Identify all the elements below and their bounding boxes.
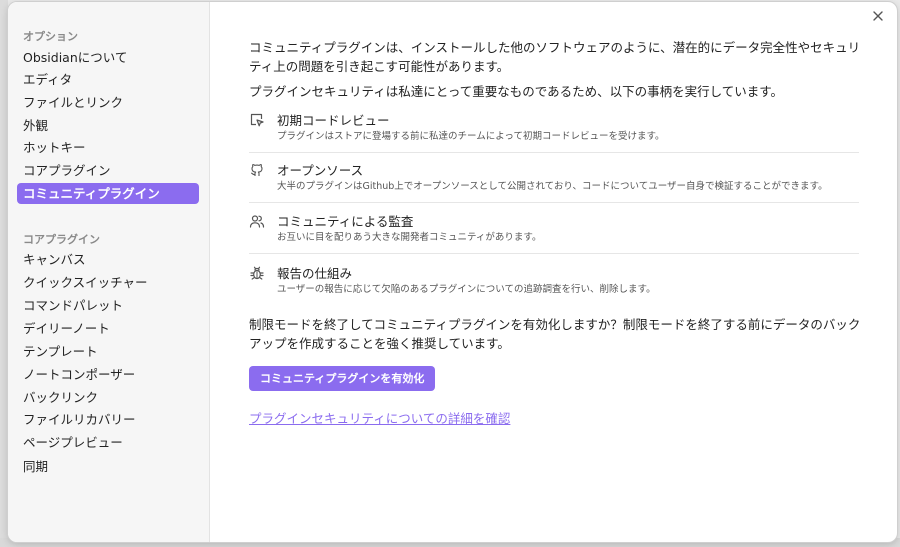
sidebar-item-templates[interactable]: テンプレート xyxy=(17,341,199,362)
sidebar-item-sync[interactable]: 同期 xyxy=(17,456,199,477)
security-statement: プラグインセキュリティは私達にとって重要なものであるため、以下の事柄を実行してい… xyxy=(249,84,784,99)
users-icon xyxy=(249,213,265,229)
sidebar-item-daily-notes[interactable]: デイリーノート xyxy=(17,318,199,339)
sidebar-group-title-core-plugins: コアプラグイン xyxy=(23,233,100,246)
feature-title: 報告の仕組み xyxy=(277,266,353,281)
feature-title: オープンソース xyxy=(277,163,364,178)
settings-sidebar: オプション Obsidianについて エディタ ファイルとリンク 外観 ホットキ… xyxy=(8,2,210,542)
sidebar-item-appearance[interactable]: 外観 xyxy=(17,115,199,136)
sidebar-item-community-plugins[interactable]: コミュニティプラグイン xyxy=(17,183,199,204)
sidebar-item-core-plugins[interactable]: コアプラグイン xyxy=(17,160,199,181)
sidebar-item-command-palette[interactable]: コマンドパレット xyxy=(17,295,199,316)
learn-more-link[interactable]: プラグインセキュリティについての詳細を確認 xyxy=(249,408,510,427)
sidebar-item-canvas[interactable]: キャンバス xyxy=(17,249,199,270)
settings-modal: オプション Obsidianについて エディタ ファイルとリンク 外観 ホットキ… xyxy=(8,2,897,542)
feature-description: お互いに目を配りあう大きな開発者コミュニティがあります。 xyxy=(277,232,542,243)
sidebar-item-files-links[interactable]: ファイルとリンク xyxy=(17,92,199,113)
feature-open-source: オープンソース 大半のプラグインはGithub上でオープンソースとして公開されて… xyxy=(249,160,859,208)
sidebar-item-about[interactable]: Obsidianについて xyxy=(17,47,199,68)
feature-description: ユーザーの報告に応じて欠陥のあるプラグインについての追跡調査を行い、削除します。 xyxy=(277,284,656,295)
feature-description: プラグインはストアに登場する前に私達のチームによって初期コードレビューを受けます… xyxy=(277,131,665,142)
sidebar-item-backlinks[interactable]: バックリンク xyxy=(17,387,199,408)
close-button[interactable] xyxy=(868,6,888,26)
sidebar-item-editor[interactable]: エディタ xyxy=(17,69,199,90)
enable-community-plugins-button[interactable]: コミュニティプラグインを有効化 xyxy=(249,366,436,391)
sidebar-item-page-preview[interactable]: ページプレビュー xyxy=(17,432,199,453)
feature-description: 大半のプラグインはGithub上でオープンソースとして公開されており、コードにつ… xyxy=(277,181,828,192)
bug-icon xyxy=(249,265,265,281)
feature-divider xyxy=(249,202,859,203)
close-icon xyxy=(873,11,883,21)
sidebar-item-note-composer[interactable]: ノートコンポーザー xyxy=(17,364,199,385)
feature-report-mechanism: 報告の仕組み ユーザーの報告に応じて欠陥のあるプラグインについての追跡調査を行い… xyxy=(249,263,859,311)
sidebar-item-file-recovery[interactable]: ファイルリカバリー xyxy=(17,409,199,430)
github-icon xyxy=(249,162,265,178)
sidebar-item-hotkeys[interactable]: ホットキー xyxy=(17,137,199,158)
sidebar-group-title-options: オプション xyxy=(23,30,78,43)
feature-title: 初期コードレビュー xyxy=(277,113,390,128)
app-background xyxy=(0,0,8,547)
feature-community-audit: コミュニティによる監査 お互いに目を配りあう大きな開発者コミュニティがあります。 xyxy=(249,211,859,259)
sidebar-item-quick-switcher[interactable]: クイックスイッチャー xyxy=(17,272,199,293)
restricted-mode-text: 制限モードを終了してコミュニティプラグインを有効化しますか？制限モードを終了する… xyxy=(249,317,861,351)
pointer-icon xyxy=(249,112,265,128)
feature-divider xyxy=(249,253,859,254)
intro-text: コミュニティプラグインは、インストールした他のソフトウェアのように、潜在的にデー… xyxy=(249,40,861,74)
feature-title: コミュニティによる監査 xyxy=(277,214,414,229)
feature-code-review: 初期コードレビュー プラグインはストアに登場する前に私達のチームによって初期コー… xyxy=(249,110,859,158)
feature-divider xyxy=(249,152,859,153)
